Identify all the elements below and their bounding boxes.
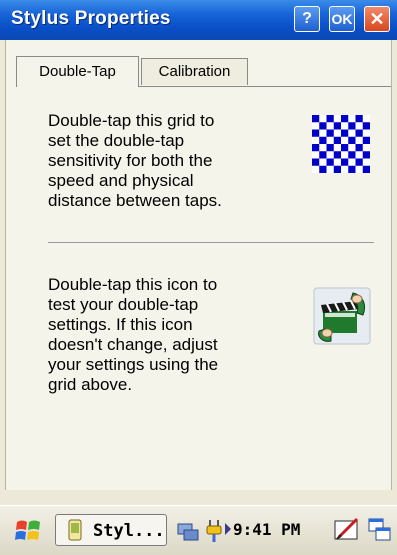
taskbar: Styl... 9:41 PM [0, 505, 397, 555]
input-panel-icon[interactable] [333, 517, 361, 543]
test-icon-instructions: Double-tap this icon to test your double… [48, 275, 219, 394]
clapperboard-test-icon[interactable] [313, 287, 371, 345]
stylus-app-icon [68, 519, 82, 541]
ok-button[interactable]: OK [329, 6, 355, 32]
start-windows-flag-icon[interactable] [14, 517, 44, 545]
section-divider [48, 242, 374, 243]
tab-strip-line [139, 86, 391, 87]
tab-double-tap[interactable]: Double-Tap [16, 56, 139, 87]
network-icon[interactable] [175, 518, 201, 544]
window-title: Stylus Properties [11, 8, 171, 29]
double-tap-sensitivity-grid[interactable] [312, 115, 370, 173]
running-task-label: Styl... [93, 521, 165, 541]
grid-instructions: Double-tap this grid to set the double-t… [48, 111, 222, 210]
clock[interactable]: 9:41 PM [233, 520, 300, 539]
switch-windows-icon[interactable] [367, 517, 393, 543]
dialog-content: Double-Tap Calibration Double-tap this g… [5, 40, 392, 490]
help-button[interactable]: ? [294, 6, 320, 32]
running-task-button[interactable]: Styl... [55, 514, 167, 546]
title-bar: Stylus Properties ? OK ✕ [0, 0, 397, 40]
tab-calibration[interactable]: Calibration [141, 58, 248, 85]
expand-arrow-icon[interactable] [224, 522, 232, 536]
close-button[interactable]: ✕ [364, 6, 390, 32]
